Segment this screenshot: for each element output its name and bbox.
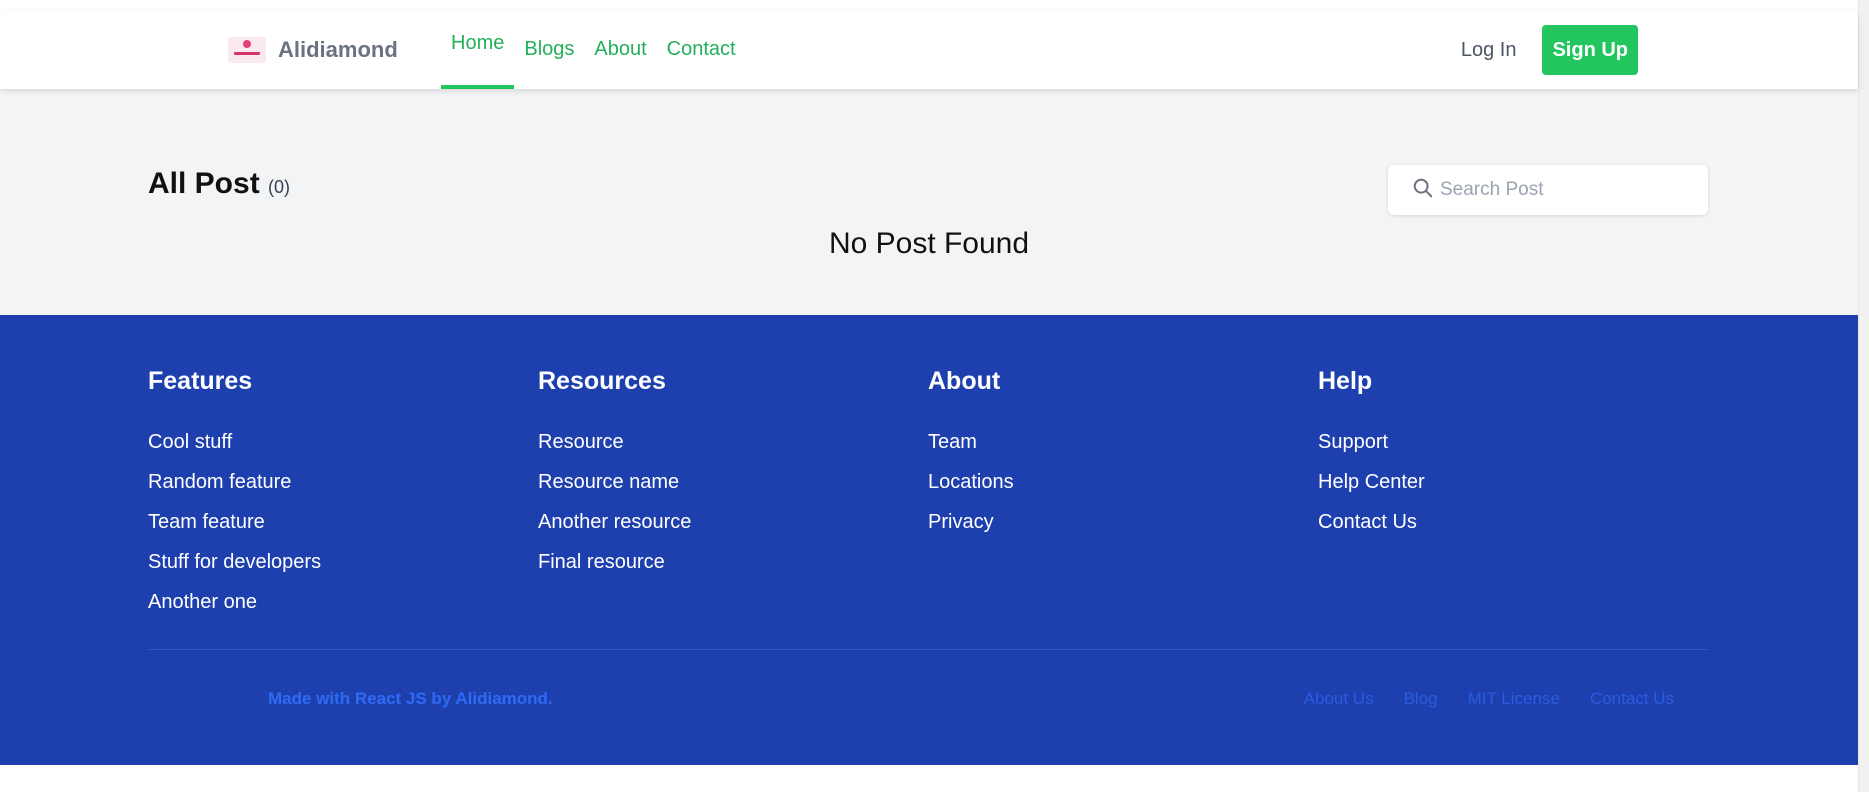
footer-heading: About [928, 367, 1001, 395]
auth-actions: Log In Sign Up [1461, 25, 1638, 75]
footer-link[interactable]: Locations [928, 471, 1014, 493]
footer-link[interactable]: Cool stuff [148, 431, 232, 453]
footer-link[interactable]: Team feature [148, 511, 265, 533]
alidiamond-logo-icon [228, 36, 266, 63]
footer-link[interactable]: Help Center [1318, 471, 1425, 493]
footer-column-resources: Resources Resource Resource name Another… [538, 367, 691, 582]
search-icon [1412, 177, 1434, 204]
nav-home[interactable]: Home [441, 10, 515, 89]
footer-bottom-link-mit-license[interactable]: MIT License [1468, 689, 1560, 709]
footer-column-features: Features Cool stuff Random feature Team … [148, 367, 321, 622]
footer-column-help: Help Support Help Center Contact Us [1318, 367, 1425, 542]
footer-heading: Help [1318, 367, 1373, 395]
footer-link[interactable]: Resource [538, 431, 624, 453]
footer-heading: Resources [538, 367, 666, 395]
footer-link[interactable]: Stuff for developers [148, 551, 321, 573]
search-box [1388, 165, 1708, 215]
footer-divider [148, 649, 1708, 650]
search-input[interactable] [1440, 179, 1700, 201]
nav-contact[interactable]: Contact [657, 10, 746, 89]
footer-link[interactable]: Another one [148, 591, 257, 613]
post-count: (0) [268, 177, 291, 197]
page-title: All Post (0) [148, 167, 290, 201]
footer-link[interactable]: Team [928, 431, 977, 453]
nav-about[interactable]: About [584, 10, 656, 89]
brand-name: Alidiamond [278, 36, 398, 62]
footer-bottom-link-contact-us[interactable]: Contact Us [1590, 689, 1674, 709]
footer-link[interactable]: Support [1318, 431, 1388, 453]
footer-link[interactable]: Resource name [538, 471, 679, 493]
footer-bottom-links: About Us Blog MIT License Contact Us [1304, 689, 1674, 709]
page-scrollbar[interactable] [1858, 0, 1869, 792]
signup-button[interactable]: Sign Up [1542, 25, 1638, 75]
footer-bottom-link-blog[interactable]: Blog [1404, 689, 1438, 709]
footer-column-about: About Team Locations Privacy [928, 367, 1014, 542]
footer-heading: Features [148, 367, 253, 395]
footer-link[interactable]: Final resource [538, 551, 665, 573]
posts-section: All Post (0) No Post Found [0, 89, 1858, 315]
brand-link[interactable]: Alidiamond [228, 10, 398, 89]
footer-bottom-link-about-us[interactable]: About Us [1304, 689, 1374, 709]
footer-link[interactable]: Contact Us [1318, 511, 1417, 533]
copyright-text: Made with React JS by Alidiamond. [268, 689, 553, 708]
main-nav: Home Blogs About Contact [441, 10, 746, 89]
nav-blogs[interactable]: Blogs [514, 10, 584, 89]
page-title-text: All Post [148, 167, 260, 200]
footer-link[interactable]: Random feature [148, 471, 291, 493]
footer-link[interactable]: Privacy [928, 511, 994, 533]
footer-link[interactable]: Another resource [538, 511, 691, 533]
top-navbar: Alidiamond Home Blogs About Contact Log … [0, 10, 1858, 89]
login-link[interactable]: Log In [1461, 39, 1517, 62]
site-footer: Features Cool stuff Random feature Team … [0, 315, 1858, 765]
empty-state-message: No Post Found [828, 227, 1030, 260]
